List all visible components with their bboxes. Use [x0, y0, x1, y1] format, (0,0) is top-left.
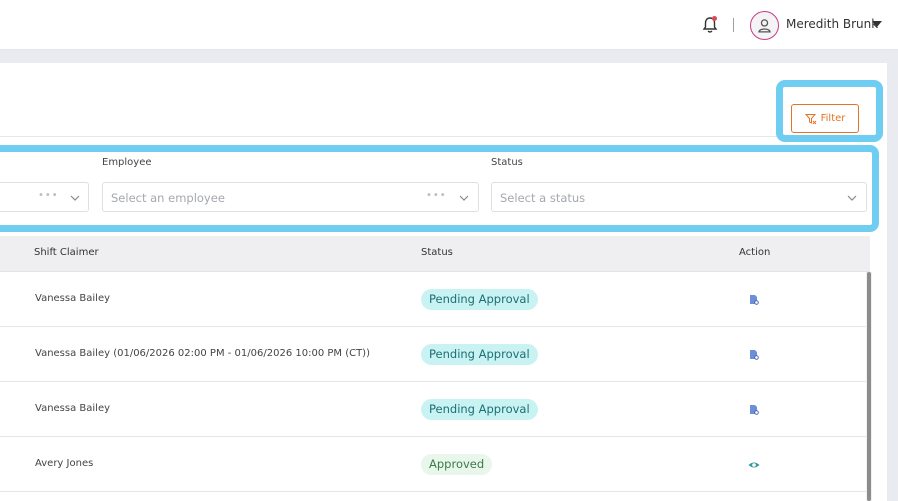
scrollbar-thumb[interactable] [867, 272, 871, 501]
shift-claimer-cell: Vanessa Bailey (01/06/2026 02:00 PM - 01… [35, 348, 370, 359]
status-filter-label: Status [491, 157, 523, 168]
card-divider [0, 136, 870, 137]
document-search-icon[interactable] [748, 294, 760, 306]
shift-claimer-cell: Avery Jones [35, 458, 94, 469]
chevron-down-icon [847, 195, 857, 201]
truncated-select[interactable]: ••• [0, 182, 89, 212]
avatar[interactable] [750, 11, 779, 40]
bell-icon[interactable] [700, 15, 720, 35]
chevron-down-icon [70, 195, 80, 201]
status-select[interactable]: Select a status [491, 182, 867, 212]
employee-select[interactable]: Select an employee ••• [102, 182, 479, 212]
top-bar: Meredith Brunk [0, 0, 898, 50]
document-search-icon[interactable] [748, 349, 760, 361]
document-search-icon[interactable] [748, 404, 760, 416]
user-icon [758, 19, 771, 33]
select-indicator: ••• [38, 190, 59, 201]
filter-button-label: Filter [820, 113, 846, 124]
select-indicator: ••• [426, 190, 447, 201]
eye-icon[interactable] [748, 459, 760, 471]
header-divider [733, 18, 734, 32]
employee-filter-label: Employee [102, 157, 152, 168]
caret-down-icon[interactable] [872, 21, 882, 27]
status-badge: Approved [421, 454, 493, 475]
employee-select-placeholder: Select an employee [111, 191, 225, 205]
status-select-placeholder: Select a status [500, 191, 586, 205]
status-badge: Pending Approval [421, 289, 538, 310]
shift-claimer-cell: Vanessa Bailey [35, 293, 111, 304]
filter-icon [804, 113, 816, 124]
status-badge: Pending Approval [421, 399, 538, 420]
column-header-action: Action [739, 247, 771, 258]
filter-button[interactable]: Filter [791, 104, 859, 133]
user-name[interactable]: Meredith Brunk [786, 17, 878, 31]
chevron-down-icon [459, 195, 469, 201]
shift-claimer-cell: Vanessa Bailey [35, 403, 111, 414]
status-badge: Pending Approval [421, 344, 538, 365]
notification-dot [712, 16, 717, 21]
column-header-status[interactable]: Status [421, 247, 453, 258]
column-header-shift-claimer[interactable]: Shift Claimer [34, 247, 99, 258]
